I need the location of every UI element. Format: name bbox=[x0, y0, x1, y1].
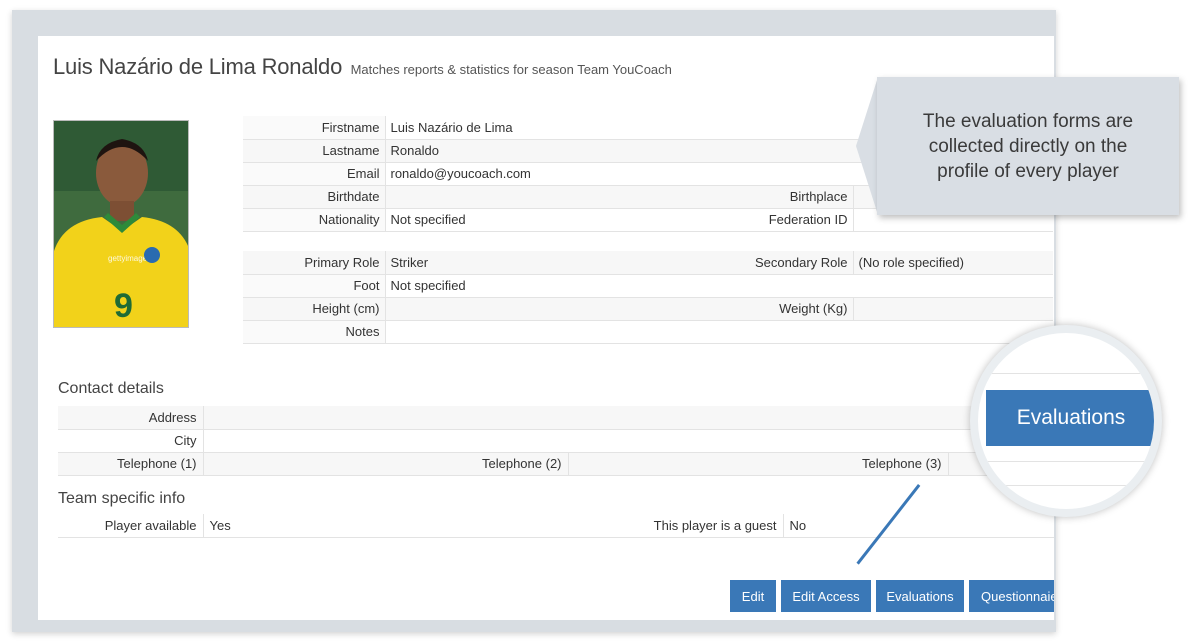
birthdate-value bbox=[385, 185, 715, 209]
lastname-label: Lastname bbox=[243, 139, 386, 163]
page-title: Luis Nazário de Lima Ronaldo Matches rep… bbox=[53, 54, 672, 80]
nationality-label: Nationality bbox=[243, 208, 386, 232]
evaluations-magnifier: Evaluations bbox=[970, 325, 1162, 517]
evaluations-button-zoomed[interactable]: Evaluations bbox=[986, 390, 1154, 446]
city-value bbox=[203, 429, 1054, 453]
shirt-number: 9 bbox=[114, 287, 133, 325]
email-label: Email bbox=[243, 162, 386, 186]
questionnaire-button[interactable]: Questionnaie bbox=[969, 580, 1054, 612]
player-name: Luis Nazário de Lima Ronaldo bbox=[53, 54, 343, 79]
row-city: City bbox=[58, 429, 1054, 453]
row-telephones: Telephone (1) Telephone (2) Telephone (3… bbox=[58, 452, 1054, 476]
edit-access-button[interactable]: Edit Access bbox=[781, 580, 871, 612]
contact-details-table: Address City Telephone (1) Telephone (2)… bbox=[58, 406, 1054, 476]
weight-label: Weight (Kg) bbox=[715, 297, 854, 321]
foot-value: Not specified bbox=[385, 274, 1053, 298]
row-notes: Notes bbox=[243, 320, 1053, 344]
foot-label: Foot bbox=[243, 274, 386, 298]
height-label: Height (cm) bbox=[243, 297, 386, 321]
notes-label: Notes bbox=[243, 320, 386, 344]
team-info-title: Team specific info bbox=[58, 490, 186, 507]
callout-arrow bbox=[856, 77, 878, 215]
magnifier-divider bbox=[978, 373, 1154, 374]
guest-value: No bbox=[783, 514, 1054, 538]
telephone-1-value bbox=[203, 452, 423, 476]
telephone-2-value bbox=[568, 452, 803, 476]
role-info-table: Primary Role Striker Secondary Role (No … bbox=[243, 251, 1053, 344]
address-label: Address bbox=[58, 406, 204, 430]
player-photo: 9 gettyimages bbox=[53, 120, 189, 328]
birthplace-label: Birthplace bbox=[715, 185, 854, 209]
telephone-3-label: Telephone (3) bbox=[803, 452, 949, 476]
row-roles: Primary Role Striker Secondary Role (No … bbox=[243, 251, 1053, 275]
secondary-role-label: Secondary Role bbox=[715, 251, 854, 275]
notes-value bbox=[385, 320, 1053, 344]
magnifier-divider bbox=[978, 461, 1154, 462]
row-foot: Foot Not specified bbox=[243, 274, 1053, 298]
height-value bbox=[385, 297, 715, 321]
row-measures: Height (cm) Weight (Kg) bbox=[243, 297, 1053, 321]
guest-label: This player is a guest bbox=[603, 514, 784, 538]
page-subtitle: Matches reports & statistics for season … bbox=[350, 62, 672, 77]
contact-details-title: Contact details bbox=[58, 380, 164, 397]
city-label: City bbox=[58, 429, 204, 453]
telephone-2-label: Telephone (2) bbox=[423, 452, 569, 476]
primary-role-value: Striker bbox=[385, 251, 715, 275]
telephone-1-label: Telephone (1) bbox=[58, 452, 204, 476]
magnifier-divider bbox=[978, 485, 1154, 486]
nationality-value: Not specified bbox=[385, 208, 715, 232]
player-available-label: Player available bbox=[58, 514, 204, 538]
evaluation-callout: The evaluation forms are collected direc… bbox=[877, 77, 1179, 215]
primary-role-label: Primary Role bbox=[243, 251, 386, 275]
team-info-table: Player available Yes This player is a gu… bbox=[58, 514, 1054, 538]
address-value bbox=[203, 406, 1054, 430]
player-available-value: Yes bbox=[203, 514, 603, 538]
federation-label: Federation ID bbox=[715, 208, 854, 232]
secondary-role-value: (No role specified) bbox=[853, 251, 1053, 275]
edit-button[interactable]: Edit bbox=[730, 580, 776, 612]
weight-value bbox=[853, 297, 1053, 321]
birthdate-label: Birthdate bbox=[243, 185, 386, 209]
row-availability: Player available Yes This player is a gu… bbox=[58, 514, 1054, 538]
firstname-label: Firstname bbox=[243, 116, 386, 140]
evaluations-button[interactable]: Evaluations bbox=[876, 580, 964, 612]
row-address: Address bbox=[58, 406, 1054, 430]
